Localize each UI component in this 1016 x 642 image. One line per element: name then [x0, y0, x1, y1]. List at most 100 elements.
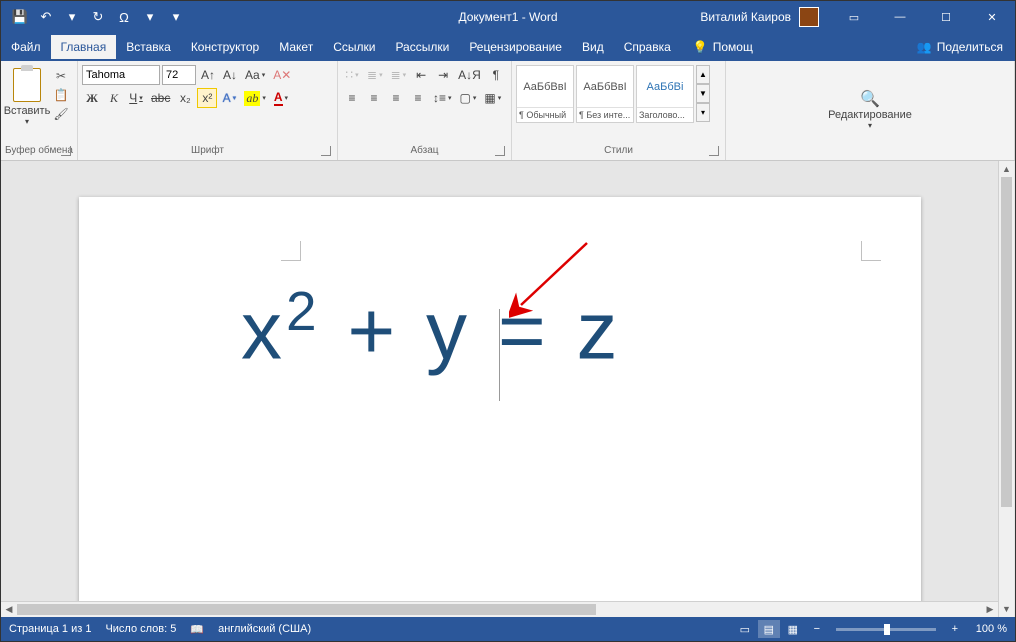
scroll-thumb[interactable]	[1001, 177, 1012, 507]
page-indicator[interactable]: Страница 1 из 1	[9, 623, 91, 635]
grow-font-button[interactable]: A↑	[198, 65, 218, 85]
quick-access-toolbar: 💾 ↶ ▾ ↻ Ω ▾ ▾	[1, 6, 195, 28]
font-name-select[interactable]	[82, 65, 160, 85]
line-spacing-button[interactable]: ↕≡▾	[430, 88, 455, 108]
tab-review[interactable]: Рецензирование	[459, 35, 572, 59]
decrease-indent-button[interactable]: ⇤	[411, 65, 431, 85]
ribbon-display-button[interactable]: ▭	[831, 1, 877, 33]
zoom-out-button[interactable]: −	[806, 620, 828, 638]
qat-customize-button[interactable]: ▾	[165, 6, 187, 28]
strikethrough-button[interactable]: abc	[148, 88, 173, 108]
copy-button[interactable]: 📋	[51, 86, 71, 104]
save-button[interactable]: 💾	[9, 6, 31, 28]
close-button[interactable]: ✕	[969, 1, 1015, 33]
style-no-spacing[interactable]: АаБбВвІ ¶ Без инте...	[576, 65, 634, 123]
change-case-button[interactable]: Aa▾	[242, 65, 268, 85]
find-button[interactable]: 🔍 Редактирование ▾	[820, 85, 920, 134]
web-layout-button[interactable]: ▦	[782, 620, 804, 638]
tab-insert[interactable]: Вставка	[116, 35, 181, 59]
print-layout-button[interactable]: ▤	[758, 620, 780, 638]
tab-layout[interactable]: Макет	[269, 35, 323, 59]
paste-button[interactable]: Вставить ▾	[5, 65, 49, 133]
file-tab[interactable]: Файл	[1, 35, 51, 59]
scroll-up-button[interactable]: ▲	[999, 161, 1014, 177]
style-heading1[interactable]: АаБбВі Заголово...	[636, 65, 694, 123]
scroll-thumb[interactable]	[17, 604, 596, 615]
multilevel-button[interactable]: ≣▾	[388, 65, 410, 85]
shrink-font-button[interactable]: A↓	[220, 65, 240, 85]
dialog-launcher[interactable]	[61, 146, 71, 156]
numbering-button[interactable]: ≣▾	[364, 65, 386, 85]
subscript-button[interactable]: x₂	[175, 88, 195, 108]
read-mode-button[interactable]: ▭	[734, 620, 756, 638]
borders-button[interactable]: ▦▾	[481, 88, 504, 108]
dialog-launcher[interactable]	[495, 146, 505, 156]
shading-button[interactable]: ▢▾	[457, 88, 480, 108]
undo-button[interactable]: ↶	[35, 6, 57, 28]
font-size-select[interactable]	[162, 65, 196, 85]
tell-me-search[interactable]: 💡Помощ	[693, 40, 753, 54]
show-marks-button[interactable]: ¶	[486, 65, 506, 85]
page[interactable]: x2 + y = z	[79, 197, 921, 612]
redo-button[interactable]: ↻	[87, 6, 109, 28]
zoom-slider[interactable]	[836, 628, 936, 631]
scroll-left-button[interactable]: ◀	[1, 602, 17, 617]
chevron-down-icon[interactable]: ▾	[61, 6, 83, 28]
maximize-button[interactable]: ☐	[923, 1, 969, 33]
spell-check-icon[interactable]: 📖	[190, 623, 204, 636]
margin-marker	[861, 241, 881, 261]
dialog-launcher[interactable]	[709, 146, 719, 156]
vertical-scrollbar[interactable]: ▲ ▼	[998, 161, 1014, 617]
language-indicator[interactable]: английский (США)	[218, 623, 311, 635]
cut-button[interactable]: ✂	[51, 67, 71, 85]
text-cursor	[499, 309, 500, 401]
word-count[interactable]: Число слов: 5	[105, 623, 176, 635]
tab-design[interactable]: Конструктор	[181, 35, 269, 59]
highlight-button[interactable]: ab▾	[241, 88, 269, 108]
status-bar: Страница 1 из 1 Число слов: 5 📖 английск…	[1, 617, 1015, 641]
styles-down-button[interactable]: ▼	[696, 84, 710, 103]
italic-button[interactable]: К	[104, 88, 124, 108]
symbol-button[interactable]: Ω	[113, 6, 135, 28]
tab-home[interactable]: Главная	[51, 35, 117, 59]
align-right-button[interactable]: ≡	[386, 88, 406, 108]
share-button[interactable]: 👥Поделиться	[905, 35, 1015, 59]
superscript-button[interactable]: x²	[197, 88, 217, 108]
increase-indent-button[interactable]: ⇥	[433, 65, 453, 85]
scroll-down-button[interactable]: ▼	[999, 601, 1014, 617]
tab-view[interactable]: Вид	[572, 35, 614, 59]
dialog-launcher[interactable]	[321, 146, 331, 156]
tab-references[interactable]: Ссылки	[323, 35, 385, 59]
group-label: Абзац	[342, 143, 507, 158]
horizontal-scrollbar[interactable]: ◀ ▶	[1, 601, 998, 617]
chevron-down-icon[interactable]: ▾	[139, 6, 161, 28]
clear-format-button[interactable]: A✕	[270, 65, 294, 85]
font-color-button[interactable]: A▾	[271, 88, 291, 108]
avatar[interactable]	[799, 7, 819, 27]
align-center-button[interactable]: ≡	[364, 88, 384, 108]
format-painter-button[interactable]: 🖌	[51, 105, 71, 123]
minimize-button[interactable]: —	[877, 1, 923, 33]
document-title: Документ1 - Word	[458, 10, 557, 24]
styles-expand-button[interactable]: ▾	[696, 103, 710, 122]
ribbon-tabs: Файл Главная Вставка Конструктор Макет С…	[1, 33, 1015, 61]
bold-button[interactable]: Ж	[82, 88, 102, 108]
align-left-button[interactable]: ≡	[342, 88, 362, 108]
sort-button[interactable]: А↓Я	[455, 65, 484, 85]
text-effects-button[interactable]: A▾	[219, 88, 239, 108]
scroll-right-button[interactable]: ▶	[982, 602, 998, 617]
tab-help[interactable]: Справка	[614, 35, 681, 59]
justify-button[interactable]: ≡	[408, 88, 428, 108]
document-area: x2 + y = z	[1, 161, 1015, 617]
zoom-in-button[interactable]: +	[944, 620, 966, 638]
underline-button[interactable]: Ч▾	[126, 88, 146, 108]
clipboard-group: Вставить ▾ ✂ 📋 🖌 Буфер обмена	[1, 61, 78, 160]
style-normal[interactable]: АаБбВвІ ¶ Обычный	[516, 65, 574, 123]
ribbon: Вставить ▾ ✂ 📋 🖌 Буфер обмена A↑ A↓ Aa▾ …	[1, 61, 1015, 161]
styles-up-button[interactable]: ▲	[696, 65, 710, 84]
styles-gallery-nav: ▲ ▼ ▾	[696, 65, 710, 122]
bullets-button[interactable]: ∷▾	[342, 65, 362, 85]
tab-mailings[interactable]: Рассылки	[385, 35, 459, 59]
user-name: Виталий Каиров	[692, 10, 799, 24]
zoom-level[interactable]: 100 %	[976, 623, 1007, 635]
